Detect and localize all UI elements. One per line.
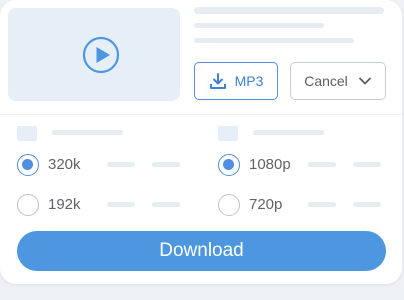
option-placeholder: [152, 162, 180, 167]
option-placeholder: [152, 202, 180, 207]
mp3-label: MP3: [234, 73, 264, 89]
audio-header-icon: [17, 126, 37, 141]
radio-1080p[interactable]: [218, 154, 240, 176]
radio-720p[interactable]: [218, 194, 240, 216]
video-thumbnail[interactable]: [8, 8, 180, 101]
option-placeholder: [107, 202, 135, 207]
option-placeholder: [353, 162, 381, 167]
video-header-icon: [218, 126, 238, 141]
play-circle-icon[interactable]: [82, 36, 120, 74]
video-header-placeholder: [253, 130, 324, 135]
option-placeholder: [308, 162, 336, 167]
option-label-192k: 192k: [48, 196, 81, 213]
download-card: MP3 Cancel 320k 192k 1080p 720p Download: [0, 0, 402, 284]
option-label-720p: 720p: [249, 196, 283, 213]
download-icon: [209, 73, 226, 89]
section-divider: [0, 114, 402, 115]
option-label-320k: 320k: [48, 156, 81, 173]
option-placeholder: [353, 202, 381, 207]
cancel-button[interactable]: Cancel: [290, 62, 386, 100]
audio-header-placeholder: [52, 130, 123, 135]
option-placeholder: [308, 202, 336, 207]
cancel-label: Cancel: [304, 73, 348, 89]
option-label-1080p: 1080p: [249, 156, 291, 173]
mp3-button[interactable]: MP3: [194, 62, 278, 100]
subtitle-placeholder: [194, 23, 324, 28]
title-placeholder: [194, 7, 384, 14]
radio-320k[interactable]: [17, 154, 39, 176]
download-button[interactable]: Download: [17, 231, 386, 271]
radio-192k[interactable]: [17, 194, 39, 216]
chevron-down-icon: [358, 77, 371, 85]
option-placeholder: [107, 162, 135, 167]
meta-placeholder: [194, 38, 354, 43]
